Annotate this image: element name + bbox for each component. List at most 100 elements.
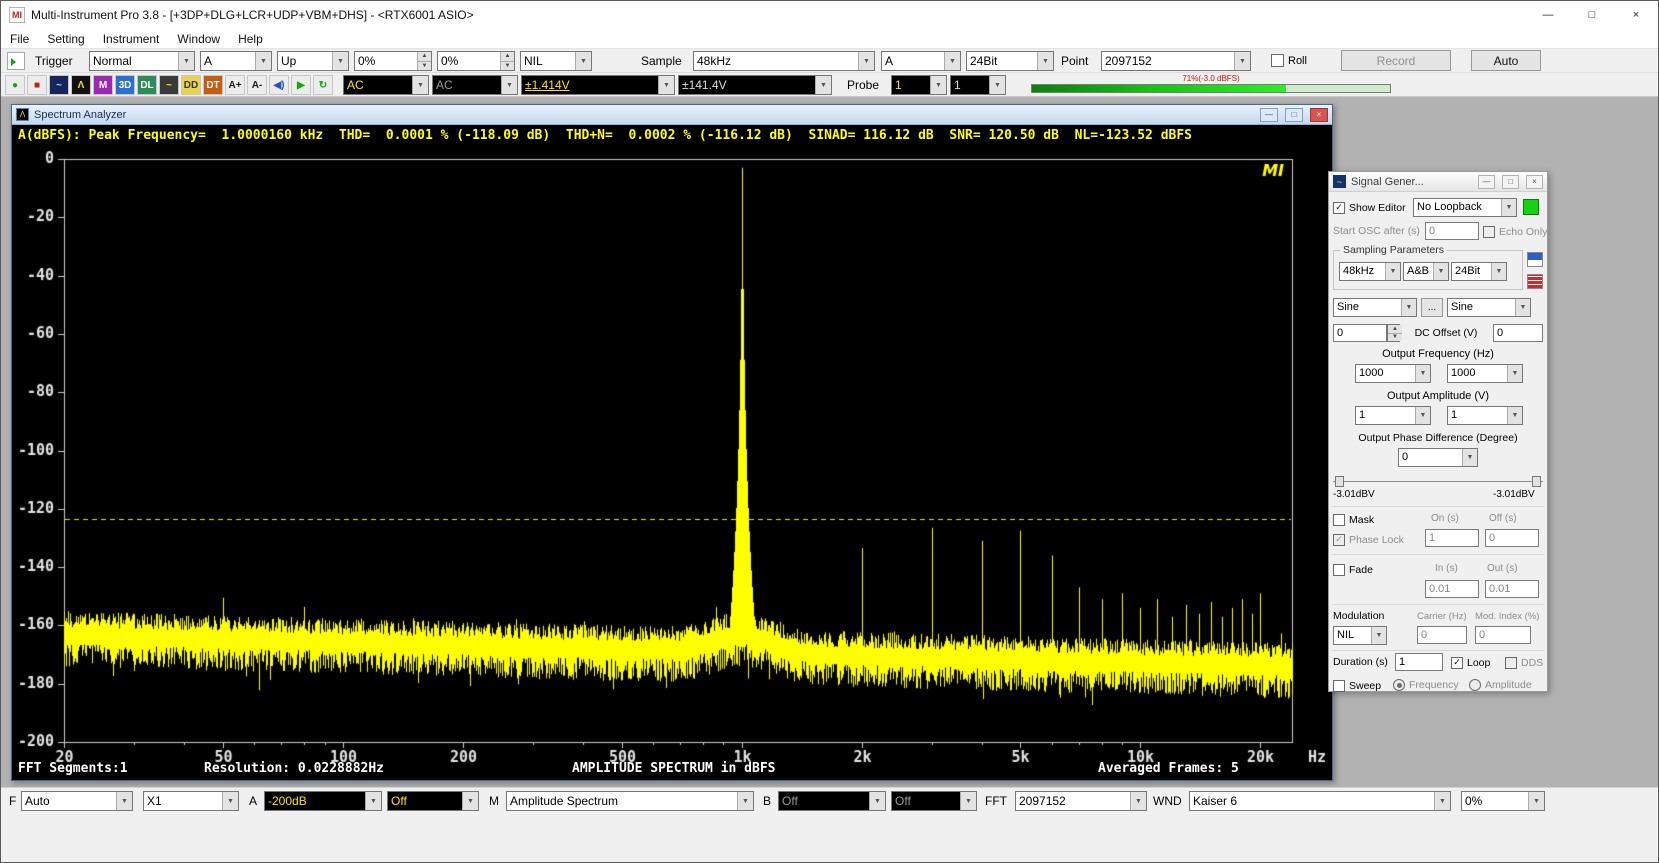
chevron-down-icon[interactable]: ▼ — [116, 792, 132, 810]
close-button[interactable]: × — [1614, 1, 1658, 29]
chevron-down-icon[interactable]: ▼ — [1401, 299, 1416, 316]
range-a-select[interactable]: ±1.414V ▼ — [521, 75, 675, 95]
trigger-level-spinner[interactable]: 0% ▲▼ — [354, 51, 432, 71]
chevron-down-icon[interactable]: ▼ — [1507, 407, 1522, 424]
open-file-icon[interactable] — [7, 52, 25, 70]
chevron-down-icon[interactable]: ▼ — [178, 52, 194, 70]
chevron-down-icon[interactable]: ▼ — [944, 52, 960, 70]
chevron-down-icon[interactable]: ▼ — [1491, 263, 1506, 280]
fade-in-input[interactable]: 0.01 — [1425, 580, 1479, 598]
chevron-down-icon[interactable]: ▼ — [1515, 299, 1530, 316]
chevron-down-icon[interactable]: ▼ — [815, 76, 831, 94]
record-points-select[interactable]: 2097152 ▼ — [1101, 51, 1251, 71]
chevron-down-icon[interactable]: ▼ — [1462, 449, 1477, 466]
output-b-level-slider[interactable] — [1532, 476, 1541, 487]
spin-up-icon[interactable]: ▲ — [1388, 325, 1402, 333]
waveform-more-button[interactable]: ... — [1421, 298, 1443, 317]
close-button[interactable]: × — [1310, 108, 1328, 122]
device-test-plan-icon[interactable]: DT — [203, 75, 223, 95]
chevron-down-icon[interactable]: ▼ — [1415, 365, 1430, 382]
spin-down-icon[interactable]: ▼ — [418, 61, 431, 71]
chevron-down-icon[interactable]: ▼ — [1037, 52, 1053, 70]
sample-channels-select[interactable]: A ▼ — [881, 51, 961, 71]
fade-out-input[interactable]: 0.01 — [1485, 580, 1539, 598]
chevron-down-icon[interactable]: ▼ — [1371, 627, 1386, 644]
dc-offset-b-input[interactable]: 0 — [1493, 324, 1543, 342]
chevron-down-icon[interactable]: ▼ — [412, 76, 428, 94]
menu-file[interactable]: File — [1, 29, 38, 48]
chevron-down-icon[interactable]: ▼ — [222, 792, 238, 810]
chevron-down-icon[interactable]: ▼ — [575, 52, 591, 70]
trigger-delay-spinner[interactable]: 0% ▲▼ — [437, 51, 515, 71]
loopback-select[interactable]: No Loopback ▼ — [1413, 198, 1517, 217]
a-multiplier-select[interactable]: Off ▼ — [387, 791, 479, 811]
trigger-source-select[interactable]: A ▼ — [200, 51, 272, 71]
run-icon[interactable]: ● — [5, 75, 25, 95]
spin-up-icon[interactable]: ▲ — [501, 52, 514, 61]
start-osc-input[interactable]: 0 — [1425, 222, 1479, 240]
carrier-input[interactable]: 0 — [1417, 626, 1467, 644]
generator-sample-rate-select[interactable]: 48kHz ▼ — [1339, 262, 1401, 281]
replay-icon[interactable]: ↻ — [313, 75, 333, 95]
maximize-button[interactable]: □ — [1570, 1, 1614, 29]
window-function-select[interactable]: Kaiser 6 ▼ — [1189, 791, 1451, 811]
range-b-select[interactable]: ±141.4V ▼ — [678, 75, 832, 95]
loop-checkbox[interactable]: ✓ Loop — [1451, 655, 1490, 670]
chevron-down-icon[interactable]: ▼ — [1234, 52, 1250, 70]
amplitude-b-select[interactable]: 1 ▼ — [1447, 406, 1523, 425]
chevron-down-icon[interactable]: ▼ — [1434, 792, 1450, 810]
trigger-edge-select[interactable]: Up ▼ — [277, 51, 349, 71]
auto-button[interactable]: Auto — [1471, 50, 1541, 71]
chevron-down-icon[interactable]: ▼ — [960, 792, 976, 810]
x-multiplier-select[interactable]: X1 ▼ — [143, 791, 239, 811]
menu-instrument[interactable]: Instrument — [94, 29, 169, 48]
mask-off-input[interactable]: 0 — [1485, 529, 1539, 547]
minimize-button[interactable]: — — [1526, 1, 1570, 29]
chevron-down-icon[interactable]: ▼ — [1415, 407, 1430, 424]
probe-a-select[interactable]: 1 ▼ — [891, 75, 947, 95]
chevron-down-icon[interactable]: ▼ — [1507, 365, 1522, 382]
preset-list-icon[interactable] — [1527, 274, 1543, 289]
show-editor-checkbox[interactable]: ✓ Show Editor — [1333, 200, 1406, 215]
chevron-down-icon[interactable]: ▼ — [365, 792, 381, 810]
chevron-down-icon[interactable]: ▼ — [1130, 792, 1146, 810]
record-button[interactable]: Record — [1341, 50, 1451, 71]
coupling-b-select[interactable]: AC ▼ — [432, 75, 518, 95]
play-icon[interactable]: ▶ — [291, 75, 311, 95]
dc-offset-spinner[interactable]: ▲▼ — [1387, 324, 1400, 342]
dds-checkbox[interactable]: DDS — [1505, 655, 1543, 670]
spectrum-analyzer-icon[interactable]: Λ — [71, 75, 91, 95]
a-range-select[interactable]: -200dB ▼ — [264, 791, 382, 811]
mod-index-input[interactable]: 0 — [1475, 626, 1531, 644]
minimize-button[interactable]: — — [1260, 108, 1278, 122]
echo-only-checkbox[interactable]: Echo Only — [1483, 224, 1547, 239]
chevron-down-icon[interactable]: ▼ — [1433, 263, 1448, 280]
mask-checkbox[interactable]: Mask — [1333, 512, 1374, 527]
generator-bits-select[interactable]: 24Bit ▼ — [1451, 262, 1507, 281]
sample-rate-select[interactable]: 48kHz ▼ — [693, 51, 875, 71]
b-multiplier-select[interactable]: Off ▼ — [891, 791, 977, 811]
chevron-down-icon[interactable]: ▼ — [462, 792, 478, 810]
spectrum-plot[interactable] — [12, 147, 1332, 780]
title-bar[interactable]: MI Multi-Instrument Pro 3.8 - [+3DP+DLG+… — [1, 1, 1658, 29]
sound-device-icon[interactable]: ◀) — [269, 75, 289, 95]
roll-checkbox[interactable]: Roll — [1271, 53, 1307, 68]
chevron-down-icon[interactable]: ▼ — [930, 76, 946, 94]
derived-dataset-icon[interactable]: DD — [181, 75, 201, 95]
phase-lock-checkbox[interactable]: ✓ Phase Lock — [1333, 532, 1404, 547]
phase-difference-select[interactable]: 0 ▼ — [1398, 448, 1478, 467]
spectrum-window-titlebar[interactable]: Λ Spectrum Analyzer — □ × — [12, 105, 1332, 125]
sweep-amplitude-radio[interactable]: Amplitude — [1469, 678, 1532, 692]
menu-setting[interactable]: Setting — [38, 29, 93, 48]
amplitude-a-select[interactable]: 1 ▼ — [1355, 406, 1431, 425]
display-mode-select[interactable]: Amplitude Spectrum ▼ — [506, 791, 754, 811]
frequency-b-select[interactable]: 1000 ▼ — [1447, 364, 1523, 383]
mask-on-input[interactable]: 1 — [1425, 529, 1479, 547]
chevron-down-icon[interactable]: ▼ — [658, 76, 674, 94]
signal-generator-titlebar[interactable]: ~ Signal Gener... — □ × — [1329, 172, 1547, 192]
output-a-level-slider[interactable] — [1335, 476, 1344, 487]
coupling-a-select[interactable]: AC ▼ — [343, 75, 429, 95]
sample-bits-select[interactable]: 24Bit ▼ — [966, 51, 1054, 71]
spin-up-icon[interactable]: ▲ — [418, 52, 431, 61]
spectrum-3d-icon[interactable]: 3D — [115, 75, 135, 95]
